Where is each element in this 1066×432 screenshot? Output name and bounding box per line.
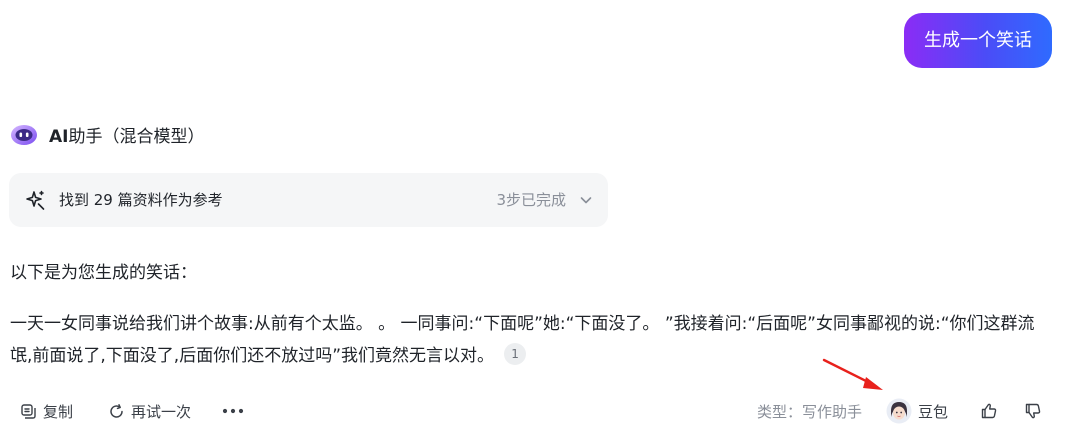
refresh-icon <box>108 403 125 420</box>
model-name: 豆包 <box>918 402 949 421</box>
like-button[interactable] <box>980 396 998 426</box>
model-avatar <box>886 398 912 424</box>
thumbs-up-icon <box>980 402 998 420</box>
chevron-down-icon[interactable] <box>578 192 594 208</box>
assistant-header: AI助手（混合模型） <box>10 118 204 150</box>
copy-label: 复制 <box>43 402 74 421</box>
copy-icon <box>20 403 37 420</box>
response-joke-text: 一天一女同事说给我们讲个故事:从前有个太监。 。 一同事问:“下面呢”她:“下面… <box>10 308 1055 372</box>
citation-badge[interactable]: 1 <box>504 343 527 365</box>
response-type-label: 类型：写作助手 <box>757 402 863 421</box>
response-intro: 以下是为您生成的笑话： <box>10 263 197 283</box>
annotation-arrow-icon <box>822 358 883 390</box>
more-horizontal-icon <box>222 408 244 414</box>
user-message-bubble: 生成一个笑话 <box>904 13 1052 68</box>
thumbs-down-icon <box>1024 402 1042 420</box>
robot-avatar-icon <box>10 120 38 148</box>
copy-button[interactable]: 复制 <box>20 396 73 426</box>
retry-button[interactable]: 再试一次 <box>108 396 191 426</box>
reference-count-text: 找到 29 篇资料作为参考 <box>59 191 223 209</box>
message-action-toolbar: 复制 再试一次 类型：写作助手 豆包 <box>0 396 1066 426</box>
assistant-name-bold: AI <box>49 126 69 147</box>
more-options-button[interactable] <box>222 396 244 426</box>
steps-status-text: 3步已完成 <box>496 191 566 209</box>
assistant-name: AI助手（混合模型） <box>49 122 204 147</box>
assistant-name-rest: 助手（混合模型） <box>68 126 205 147</box>
sparkle-search-icon <box>25 189 47 211</box>
dislike-button[interactable] <box>1024 396 1042 426</box>
reference-sources-card[interactable]: 找到 29 篇资料作为参考 3步已完成 <box>9 173 608 227</box>
retry-label: 再试一次 <box>131 402 192 421</box>
model-selector[interactable]: 豆包 <box>886 396 948 426</box>
